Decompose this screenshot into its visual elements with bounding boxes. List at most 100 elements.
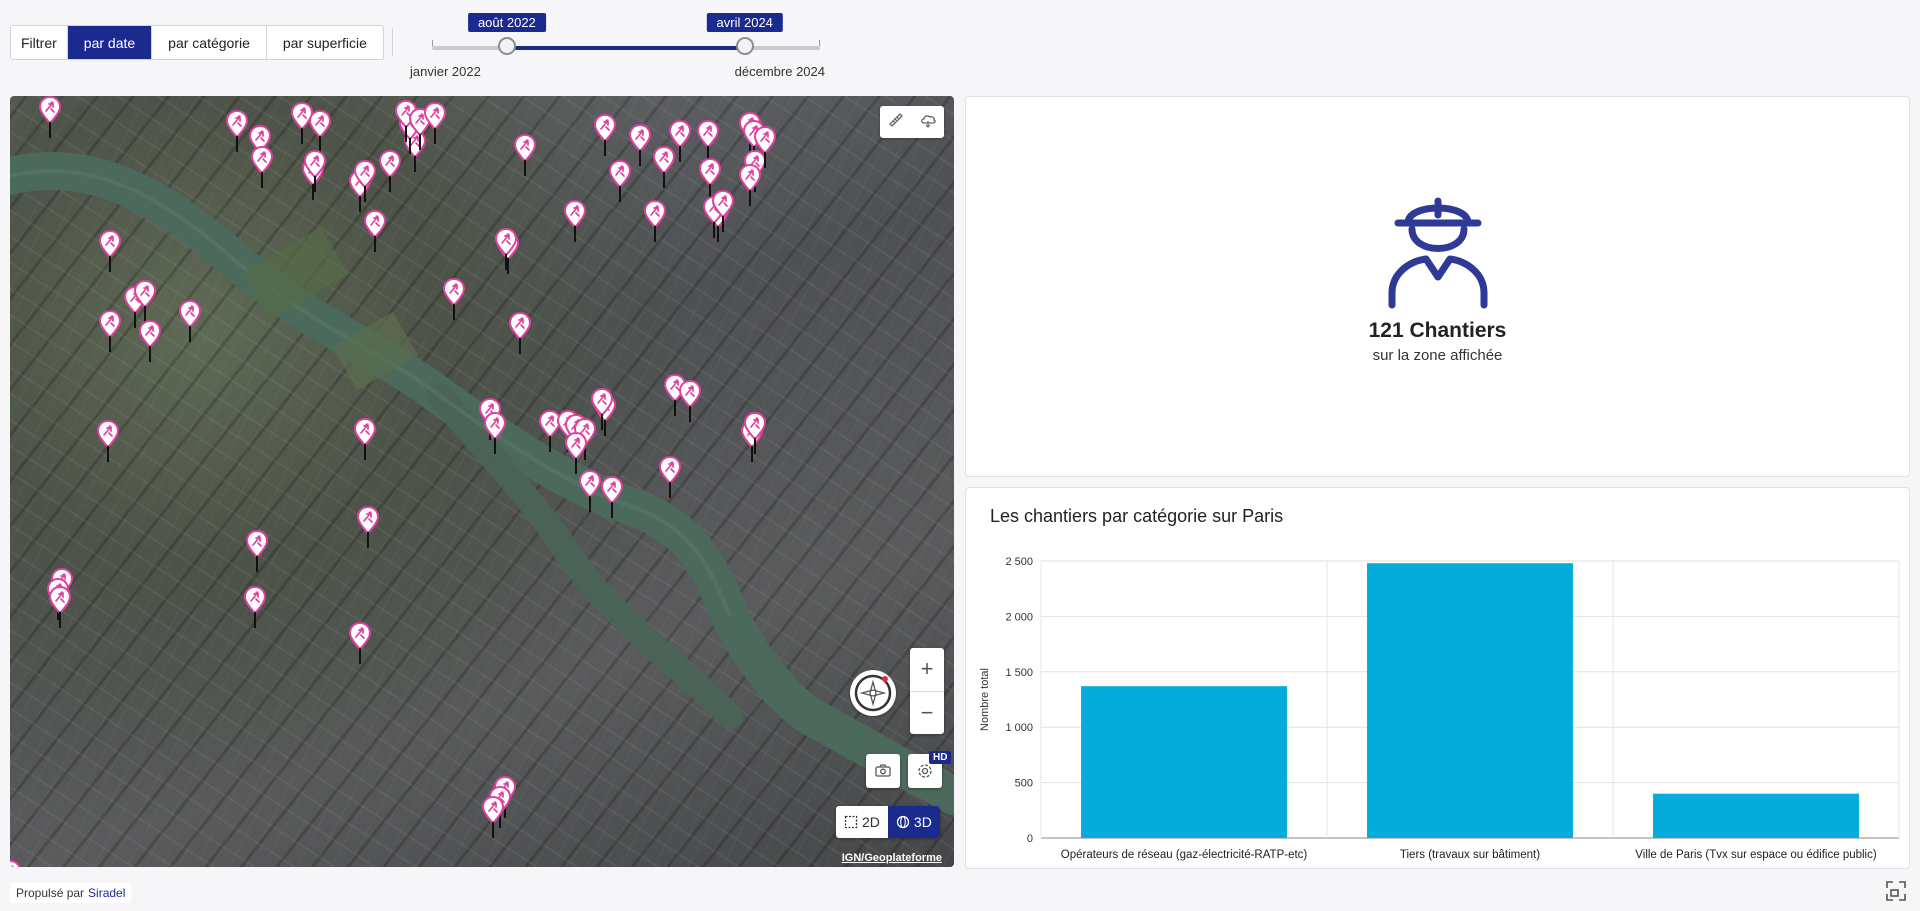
construction-site-pin[interactable] (96, 419, 120, 462)
fullscreen-icon[interactable] (1885, 880, 1907, 902)
construction-site-pin[interactable] (668, 119, 692, 162)
construction-site-pin[interactable] (353, 417, 377, 460)
y-tick-label: 1 000 (1005, 722, 1033, 734)
slider-start-handle[interactable] (497, 37, 516, 55)
compass-icon (854, 674, 892, 712)
construction-site-pin[interactable] (696, 119, 720, 162)
construction-site-pin[interactable] (38, 96, 62, 138)
view-2d-button[interactable]: 2D (836, 806, 888, 838)
y-tick-label: 2 500 (1005, 556, 1033, 568)
y-tick-label: 2 000 (1005, 611, 1033, 623)
construction-site-pin[interactable] (303, 149, 327, 192)
construction-site-pin[interactable] (564, 431, 588, 474)
filter-tabs: Filtrer par date par catégorie par super… (10, 25, 384, 60)
slider-tick (432, 40, 433, 46)
bar-1[interactable] (1367, 563, 1573, 838)
construction-site-pin[interactable] (178, 299, 202, 342)
construction-site-pin[interactable] (442, 277, 466, 320)
measure-ruler-icon[interactable] (888, 112, 904, 133)
construction-site-pin[interactable] (678, 379, 702, 422)
toolbar-divider (392, 28, 393, 56)
y-tick-label: 1 500 (1005, 667, 1033, 679)
map-toolbar (880, 106, 944, 138)
construction-site-pin[interactable] (643, 199, 667, 242)
kpi-value: 121 Chantiers (1368, 319, 1507, 342)
tab-par-superficie[interactable]: par superficie (267, 26, 383, 59)
construction-site-pin[interactable] (600, 475, 624, 518)
zoom-controls: + − (910, 648, 944, 734)
construction-site-pin[interactable] (513, 133, 537, 176)
construction-site-pin[interactable] (508, 311, 532, 354)
construction-site-pin[interactable] (133, 279, 157, 322)
view-2d-label: 2D (862, 814, 880, 830)
y-axis-label: Nombre total (979, 668, 991, 731)
construction-site-pin[interactable] (711, 189, 735, 232)
kpi-subtitle: sur la zone affichée (1372, 347, 1503, 364)
bar-0[interactable] (1081, 686, 1287, 838)
y-tick-label: 500 (1015, 778, 1033, 790)
slider-end-value: avril 2024 (706, 13, 783, 32)
cloud-layer-icon[interactable] (919, 112, 937, 133)
chart-card: Les chantiers par catégorie sur Paris 05… (965, 487, 1910, 869)
tab-par-categorie[interactable]: par catégorie (152, 26, 267, 59)
construction-site-pin[interactable] (698, 157, 722, 200)
slider-start-value: août 2022 (467, 13, 546, 32)
gear-icon (918, 764, 932, 778)
zoom-in-button[interactable]: + (910, 648, 944, 692)
construction-site-pin[interactable] (138, 319, 162, 362)
x-tick-label: Tiers (travaux sur bâtiment) (1400, 849, 1540, 861)
construction-site-pin[interactable] (628, 123, 652, 166)
construction-site-pin[interactable] (593, 113, 617, 156)
construction-site-pin[interactable] (563, 199, 587, 242)
construction-site-pin[interactable] (743, 411, 767, 454)
construction-site-pin[interactable] (98, 229, 122, 272)
construction-site-pin[interactable] (590, 387, 614, 430)
y-tick-label: 0 (1027, 833, 1033, 845)
tab-par-date[interactable]: par date (67, 26, 153, 59)
construction-site-pin[interactable] (250, 145, 274, 188)
hd-badge: HD (929, 751, 952, 764)
construction-site-pin[interactable] (658, 455, 682, 498)
zoom-out-button[interactable]: − (910, 692, 944, 735)
construction-site-pin[interactable] (243, 585, 267, 628)
construction-site-pin[interactable] (423, 101, 447, 144)
view-3d-button[interactable]: 3D (887, 806, 940, 838)
filter-label: Filtrer (11, 26, 68, 59)
powered-by-label: Propulsé par (16, 886, 85, 900)
construction-site-pin[interactable] (652, 145, 676, 188)
construction-site-pin[interactable] (225, 109, 249, 152)
construction-site-pin[interactable] (308, 109, 332, 152)
construction-site-pin[interactable] (608, 159, 632, 202)
slider-max-label: décembre 2024 (734, 64, 825, 79)
compass-button[interactable] (850, 670, 896, 716)
construction-site-pin[interactable] (483, 411, 507, 454)
date-range-slider[interactable]: août 2022 avril 2024 janvier 2022 décemb… (410, 10, 825, 80)
slider-tick (819, 40, 820, 46)
globe-3d-icon (896, 815, 910, 829)
x-tick-label: Ville de Paris (Tvx sur espace ou édific… (1635, 849, 1877, 861)
construction-site-pin[interactable] (378, 149, 402, 192)
construction-site-pin[interactable] (363, 209, 387, 252)
construction-site-pin[interactable] (245, 529, 269, 572)
bar-chart: 0 500 1 000 1 500 2 000 2 500 Opérateurs de ré… (979, 556, 1900, 861)
square-dashed-icon (844, 815, 858, 829)
kpi-card: 121 Chantiers sur la zone affichée (965, 96, 1910, 477)
construction-site-pin[interactable] (738, 163, 762, 206)
construction-site-pin[interactable] (481, 795, 505, 838)
construction-site-pin[interactable] (578, 469, 602, 512)
map-attribution-link[interactable]: IGN/Geoplateforme (842, 852, 942, 864)
construction-site-pin[interactable] (98, 309, 122, 352)
slider-end-handle[interactable] (735, 37, 754, 55)
screenshot-button[interactable] (866, 754, 900, 788)
construction-site-pin[interactable] (494, 227, 518, 270)
construction-site-pin[interactable] (348, 621, 372, 664)
slider-min-label: janvier 2022 (410, 64, 481, 79)
construction-site-pin[interactable] (353, 159, 377, 202)
construction-site-pin[interactable] (10, 859, 21, 867)
siradel-link[interactable]: Siradel (88, 886, 125, 900)
construction-site-pin[interactable] (753, 125, 777, 168)
construction-site-pin[interactable] (48, 585, 72, 628)
map-3d-view[interactable]: + − HD 2D 3D IGN/Geoplateforme (10, 96, 954, 867)
construction-site-pin[interactable] (356, 505, 380, 548)
bar-2[interactable] (1653, 793, 1859, 838)
